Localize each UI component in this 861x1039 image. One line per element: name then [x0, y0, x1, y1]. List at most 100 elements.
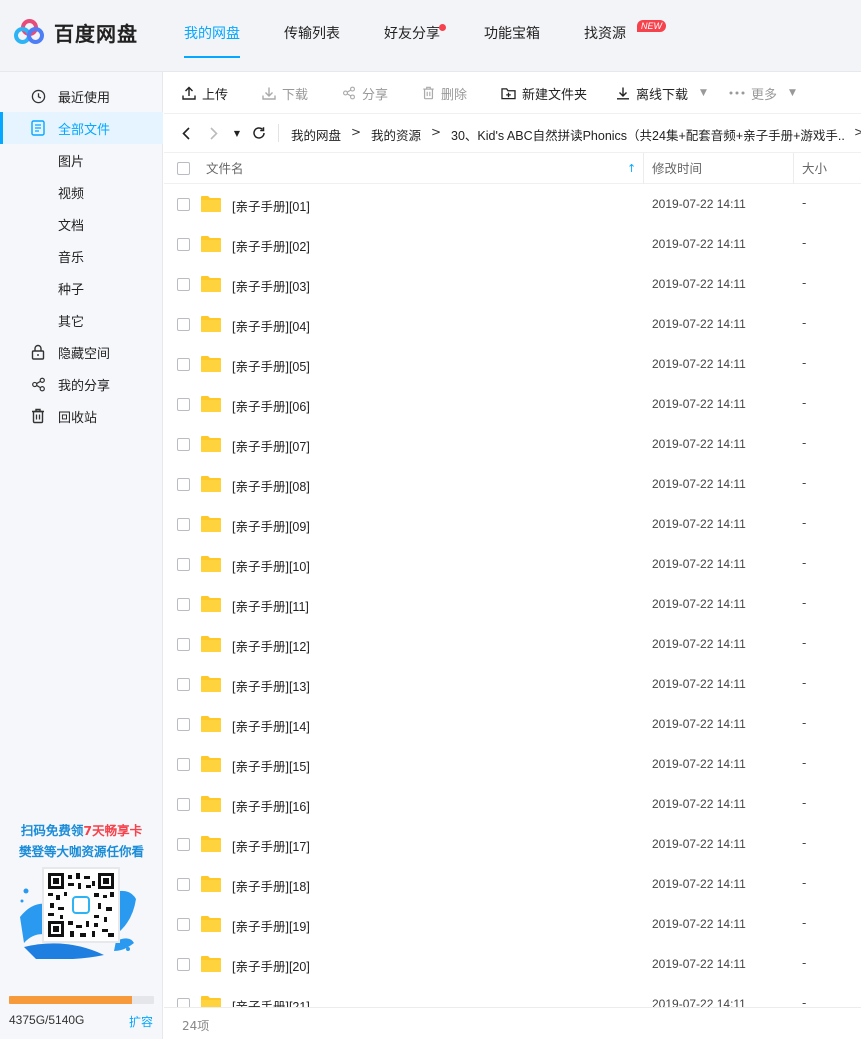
- row-checkbox[interactable]: [177, 478, 190, 491]
- nav-friend-share[interactable]: 好友分享: [366, 0, 458, 72]
- table-row[interactable]: [亲子手册][21] 2019-07-22 14:11 -: [164, 984, 861, 1007]
- table-row[interactable]: [亲子手册][12] 2019-07-22 14:11 -: [164, 624, 861, 664]
- table-row[interactable]: [亲子手册][20] 2019-07-22 14:11 -: [164, 944, 861, 984]
- row-checkbox[interactable]: [177, 318, 190, 331]
- sidebar-item-images[interactable]: 图片: [0, 144, 163, 176]
- file-name[interactable]: [亲子手册][10]: [232, 556, 310, 575]
- table-row[interactable]: [亲子手册][10] 2019-07-22 14:11 -: [164, 544, 861, 584]
- row-checkbox[interactable]: [177, 838, 190, 851]
- app-logo[interactable]: 百度网盘: [14, 18, 138, 47]
- select-all-checkbox[interactable]: [177, 162, 190, 175]
- table-row[interactable]: [亲子手册][19] 2019-07-22 14:11 -: [164, 904, 861, 944]
- chevron-down-icon[interactable]: ▼: [789, 88, 796, 98]
- nav-transfer-list[interactable]: 传输列表: [266, 0, 358, 72]
- row-checkbox[interactable]: [177, 958, 190, 971]
- sidebar-item-music[interactable]: 音乐: [0, 240, 163, 272]
- expand-storage-link[interactable]: 扩容: [129, 1013, 153, 1030]
- table-row[interactable]: [亲子手册][09] 2019-07-22 14:11 -: [164, 504, 861, 544]
- row-checkbox[interactable]: [177, 598, 190, 611]
- qr-code-promo[interactable]: [16, 867, 144, 967]
- file-name[interactable]: [亲子手册][19]: [232, 916, 310, 935]
- nav-my-drive[interactable]: 我的网盘: [166, 0, 258, 72]
- row-checkbox[interactable]: [177, 798, 190, 811]
- sidebar-item-other[interactable]: 其它: [0, 304, 163, 336]
- row-checkbox[interactable]: [177, 558, 190, 571]
- sidebar-item-documents[interactable]: 文档: [0, 208, 163, 240]
- row-checkbox[interactable]: [177, 238, 190, 251]
- file-name[interactable]: [亲子手册][04]: [232, 316, 310, 335]
- history-dropdown-icon[interactable]: ▼: [230, 114, 244, 152]
- breadcrumb-my-resources[interactable]: 我的资源: [371, 125, 421, 144]
- file-name[interactable]: [亲子手册][02]: [232, 236, 310, 255]
- chevron-down-icon[interactable]: ▼: [700, 88, 707, 98]
- file-name[interactable]: [亲子手册][08]: [232, 476, 310, 495]
- upload-button[interactable]: 上传: [182, 72, 228, 114]
- table-row[interactable]: [亲子手册][04] 2019-07-22 14:11 -: [164, 304, 861, 344]
- file-name[interactable]: [亲子手册][07]: [232, 436, 310, 455]
- row-checkbox[interactable]: [177, 358, 190, 371]
- sidebar-item-videos[interactable]: 视频: [0, 176, 163, 208]
- table-row[interactable]: [亲子手册][16] 2019-07-22 14:11 -: [164, 784, 861, 824]
- row-checkbox[interactable]: [177, 918, 190, 931]
- table-row[interactable]: [亲子手册][07] 2019-07-22 14:11 -: [164, 424, 861, 464]
- table-row[interactable]: [亲子手册][08] 2019-07-22 14:11 -: [164, 464, 861, 504]
- row-checkbox[interactable]: [177, 198, 190, 211]
- column-header-name[interactable]: 文件名: [206, 153, 244, 184]
- refresh-icon[interactable]: [250, 114, 268, 152]
- sidebar-item-hidden-space[interactable]: 隐藏空间: [0, 336, 163, 368]
- row-checkbox[interactable]: [177, 518, 190, 531]
- nav-toolbox[interactable]: 功能宝箱: [466, 0, 558, 72]
- table-row[interactable]: [亲子手册][18] 2019-07-22 14:11 -: [164, 864, 861, 904]
- table-row[interactable]: [亲子手册][06] 2019-07-22 14:11 -: [164, 384, 861, 424]
- file-name[interactable]: [亲子手册][01]: [232, 196, 310, 215]
- sort-ascending-icon[interactable]: ↑: [627, 153, 636, 184]
- sidebar-item-recent[interactable]: 最近使用: [0, 80, 163, 112]
- file-name[interactable]: [亲子手册][12]: [232, 636, 310, 655]
- more-button[interactable]: 更多 ▼: [729, 72, 796, 114]
- file-name[interactable]: [亲子手册][03]: [232, 276, 310, 295]
- sidebar-item-my-shares[interactable]: 我的分享: [0, 368, 163, 400]
- table-row[interactable]: [亲子手册][05] 2019-07-22 14:11 -: [164, 344, 861, 384]
- file-name[interactable]: [亲子手册][05]: [232, 356, 310, 375]
- file-name[interactable]: [亲子手册][11]: [232, 596, 309, 615]
- table-row[interactable]: [亲子手册][15] 2019-07-22 14:11 -: [164, 744, 861, 784]
- sidebar-item-recycle-bin[interactable]: 回收站: [0, 400, 163, 432]
- file-name[interactable]: [亲子手册][14]: [232, 716, 310, 735]
- download-button[interactable]: 下载: [262, 72, 308, 114]
- share-button[interactable]: 分享: [342, 72, 388, 114]
- row-checkbox[interactable]: [177, 678, 190, 691]
- back-icon[interactable]: [176, 114, 196, 152]
- file-name[interactable]: [亲子手册][17]: [232, 836, 310, 855]
- column-header-modified[interactable]: 修改时间: [652, 153, 702, 184]
- file-name[interactable]: [亲子手册][21]: [232, 996, 310, 1007]
- file-name[interactable]: [亲子手册][18]: [232, 876, 310, 895]
- column-header-size[interactable]: 大小: [802, 153, 827, 184]
- table-row[interactable]: [亲子手册][11] 2019-07-22 14:11 -: [164, 584, 861, 624]
- table-row[interactable]: [亲子手册][02] 2019-07-22 14:11 -: [164, 224, 861, 264]
- row-checkbox[interactable]: [177, 438, 190, 451]
- row-checkbox[interactable]: [177, 638, 190, 651]
- new-folder-button[interactable]: 新建文件夹: [501, 72, 587, 114]
- table-row[interactable]: [亲子手册][14] 2019-07-22 14:11 -: [164, 704, 861, 744]
- promo-banner[interactable]: 扫码免费领7天畅享卡 樊登等大咖资源任你看: [0, 820, 163, 862]
- row-checkbox[interactable]: [177, 398, 190, 411]
- file-name[interactable]: [亲子手册][06]: [232, 396, 310, 415]
- row-checkbox[interactable]: [177, 878, 190, 891]
- file-name[interactable]: [亲子手册][16]: [232, 796, 310, 815]
- table-row[interactable]: [亲子手册][03] 2019-07-22 14:11 -: [164, 264, 861, 304]
- table-row[interactable]: [亲子手册][13] 2019-07-22 14:11 -: [164, 664, 861, 704]
- file-name[interactable]: [亲子手册][09]: [232, 516, 310, 535]
- file-name[interactable]: [亲子手册][20]: [232, 956, 310, 975]
- delete-button[interactable]: 删除: [422, 72, 467, 114]
- nav-find-resources[interactable]: 找资源 NEW: [566, 0, 666, 72]
- row-checkbox[interactable]: [177, 998, 190, 1007]
- row-checkbox[interactable]: [177, 278, 190, 291]
- sidebar-item-torrents[interactable]: 种子: [0, 272, 163, 304]
- row-checkbox[interactable]: [177, 718, 190, 731]
- breadcrumb-my-drive[interactable]: 我的网盘: [291, 125, 341, 144]
- offline-download-button[interactable]: 离线下载 ▼: [616, 72, 707, 114]
- table-row[interactable]: [亲子手册][01] 2019-07-22 14:11 -: [164, 184, 861, 224]
- row-checkbox[interactable]: [177, 758, 190, 771]
- file-name[interactable]: [亲子手册][15]: [232, 756, 310, 775]
- table-row[interactable]: [亲子手册][17] 2019-07-22 14:11 -: [164, 824, 861, 864]
